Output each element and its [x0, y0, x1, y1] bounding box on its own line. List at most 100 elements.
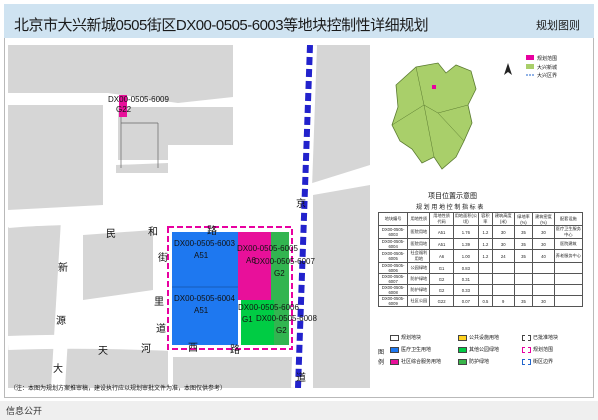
table-cell [491, 273, 515, 285]
road-label: 河 [141, 343, 151, 355]
road-label: 道 [296, 371, 306, 384]
road-label: 天 [98, 346, 108, 357]
lot-label-6008-code: DX00-0505-6008 [256, 314, 317, 323]
table-cell [553, 284, 584, 296]
road-label: 里 [154, 296, 164, 308]
lot-label-6006-code: DX00-0505-6006 [238, 303, 299, 312]
table-cell: 社会福利用地 [407, 249, 431, 263]
road-xinyuan [51, 219, 75, 388]
legend-label: 已批准地块 [533, 335, 559, 341]
table-row: DX00-0505-6009 社区公园 G22 0.07 0.5 9 35 30 [377, 295, 584, 307]
planning-map[interactable]: DX00-0505-6009 G22 DX00-0505-6003 A51 DX… [8, 45, 370, 388]
table-cell: 0.33 [452, 284, 480, 296]
location-legend-label: 大兴新城 [537, 64, 557, 71]
legend-label: 规划范围 [533, 347, 554, 353]
table-cell: G2 [429, 284, 454, 296]
road-label: 京 [296, 197, 306, 210]
table-header-cell: 建筑密度(%) [532, 212, 555, 226]
legend-label: 社区综合服务用地 [401, 359, 442, 365]
legend-label: 医疗卫生用地 [401, 347, 432, 353]
legend-swatch [458, 358, 467, 365]
legend-item: 防护绿地 [458, 358, 489, 365]
table-cell [553, 295, 584, 307]
planning-map-svg: DX00-0505-6009 G22 DX00-0505-6003 A51 DX… [8, 45, 370, 388]
table-cell: 公园绿地 [407, 262, 431, 274]
lot-6007-protect[interactable] [271, 232, 289, 300]
legend-label: 街区边界 [533, 359, 554, 365]
table-cell: 30 [532, 238, 555, 250]
table-row: DX00-0505-6006 公园绿地 G1 0.83 [377, 262, 584, 274]
table-cell: 40 [532, 249, 555, 263]
table-cell: 1.2 [478, 225, 493, 239]
table-cell: 医院建筑 [553, 238, 584, 250]
table-cell [553, 262, 584, 274]
table-row: DX00-0505-6007 防护绿地 G2 0.31 [377, 273, 584, 285]
map-legend: 图 例 规划地块 公共设施用地 已批准地块 医疗卫生用地 其他公园绿地 规划范围… [376, 330, 584, 388]
lot-label-6008-use: G2 [276, 326, 287, 335]
lot-label-6009-code: DX00-0505-6009 [108, 95, 169, 104]
table-header-cell: 容积率 [478, 212, 493, 226]
table-cell [532, 273, 555, 285]
table-cell [532, 284, 555, 296]
control-table-title: 规 划 用 地 控 制 指 标 表 [416, 205, 484, 211]
lot-label-6009-use: G22 [116, 105, 132, 114]
lot-label-6003-use: A51 [194, 251, 209, 260]
legend-swatch-newtown [526, 64, 534, 69]
table-header-cell: 地块编号 [377, 212, 409, 226]
lot-6005-welfare[interactable] [238, 232, 271, 300]
table-cell: 35 [513, 295, 534, 307]
table-row: DX00-0505-6005 社会福利用地 A6 1.00 1.2 24 35 40 养老服务中… [377, 249, 584, 263]
legend-swatch [458, 334, 467, 341]
table-cell: A51 [429, 238, 454, 250]
table-row: DX00-0505-6003 医院用地 A51 1.76 1.2 30 35 30 医疗卫生服务… [377, 225, 584, 239]
lot-label-6005-code: DX00-0505-6005 [237, 244, 298, 253]
table-header-cell: 用地性质代码 [429, 212, 454, 226]
table-cell: G2 [429, 273, 454, 285]
table-cell [553, 273, 584, 285]
table-cell [532, 262, 555, 274]
legend-item: 街区边界 [522, 358, 553, 365]
table-cell: DX00-0505-6009 [377, 295, 409, 307]
table-cell: 30 [532, 225, 555, 239]
legend-item: 社区综合服务用地 [390, 358, 441, 365]
table-cell: 30 [532, 295, 555, 307]
road-label: 和 [148, 226, 158, 238]
table-row: DX00-0505-6004 医院用地 A51 1.39 1.2 30 35 30 医院建筑 [377, 238, 584, 250]
table-cell: 30 [491, 238, 515, 250]
road-label: 民 [106, 228, 116, 240]
road-label: 源 [56, 314, 66, 327]
table-cell: DX00-0505-6006 [377, 262, 409, 274]
legend-item: 其他公园绿地 [458, 346, 499, 353]
right-panel: 规划范围 大兴新城 大兴区界 项目位置示意图 规 划 用 地 控 制 指 标 表… [376, 45, 584, 388]
lot-6003-6004-medical[interactable] [172, 232, 238, 345]
land-block [8, 105, 103, 210]
table-header-cell: 配套设施 [553, 212, 584, 226]
table-cell: 养老服务中心 [553, 249, 584, 263]
table-cell: 35 [513, 249, 534, 263]
road-label: 路 [230, 343, 240, 356]
table-cell: 1.2 [478, 238, 493, 250]
road-label: 路 [207, 224, 217, 237]
table-cell: DX00-0505-6003 [377, 225, 409, 239]
doc-type-label: 规划图则 [536, 20, 580, 32]
legend-swatch [390, 346, 399, 353]
legend-title-char: 图 [378, 350, 385, 356]
lot-label-6007-code: DX00-0505-6007 [254, 257, 315, 266]
legend-item: 已批准地块 [522, 334, 558, 341]
location-map: 规划范围 大兴新城 大兴区界 [376, 45, 584, 190]
table-cell [478, 262, 493, 274]
table-cell: 防护绿地 [407, 284, 431, 296]
road-label: 新 [58, 261, 68, 274]
legend-item: 规划地块 [390, 334, 421, 341]
table-header-cell: 绿地率(%) [513, 212, 534, 226]
location-map-title: 项目位置示意图 [428, 193, 477, 200]
legend-swatch-range [526, 55, 534, 60]
table-cell: G1 [429, 262, 454, 274]
table-header-row: 地块编号 用地性质 用地性质代码 用地面积(公顷) 容积率 建筑高度(米) 绿地… [377, 212, 584, 226]
table-cell: 24 [491, 249, 515, 263]
table-cell [513, 262, 534, 274]
control-index-table: 地块编号 用地性质 用地性质代码 用地面积(公顷) 容积率 建筑高度(米) 绿地… [377, 212, 584, 307]
table-cell [513, 284, 534, 296]
table-header-cell: 用地性质 [407, 212, 431, 226]
land-block [83, 230, 153, 300]
